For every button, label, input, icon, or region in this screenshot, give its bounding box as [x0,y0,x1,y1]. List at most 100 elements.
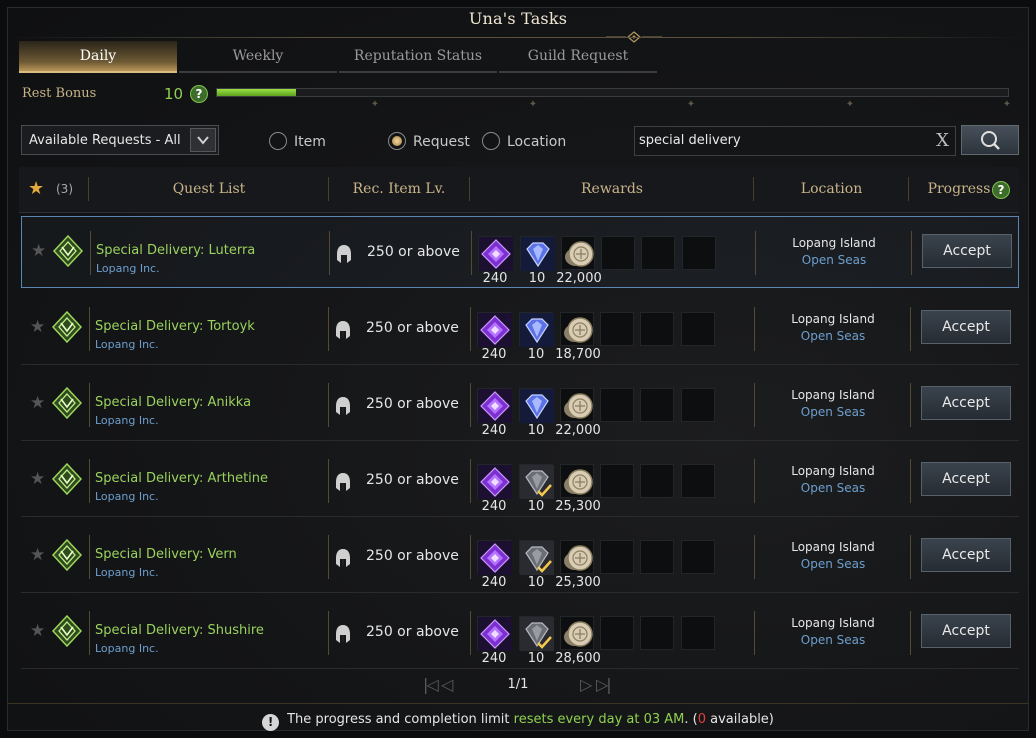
chevron-down-icon[interactable] [190,128,216,152]
prev-page-icon[interactable]: ◁ [441,675,453,694]
recommended-item-level: 250 or above [366,396,459,412]
reward-amount: 10 [527,423,545,438]
clear-search-icon[interactable]: X [936,130,949,151]
quest-row[interactable]: ★ Special Delivery: Shushire Lopang Inc. 25… [21,597,1019,669]
quest-row[interactable]: ★ Special Delivery: Arthetine Lopang Inc. 2… [21,445,1019,517]
empty-reward-slot [681,312,715,346]
favorite-star-icon[interactable]: ★ [28,178,44,199]
radio-location[interactable] [482,132,500,150]
favorite-star-icon[interactable]: ★ [31,241,46,261]
favorite-star-icon[interactable]: ★ [30,545,45,565]
first-page-icon[interactable]: |◁ [423,675,439,694]
accept-button[interactable]: Accept [922,234,1012,268]
location-region[interactable]: Open Seas [773,329,893,343]
search-input[interactable]: special delivery X [634,126,956,156]
location-region[interactable]: Open Seas [773,633,893,647]
purple-gem-reward-icon[interactable] [477,464,512,499]
next-page-icon[interactable]: ▷ [580,675,592,694]
location-region[interactable]: Open Seas [773,405,893,419]
location-region[interactable]: Open Seas [773,481,893,495]
window-title: Una's Tasks [468,9,568,28]
request-filter-dropdown[interactable]: Available Requests - All [21,125,219,155]
quest-emblem-icon [51,462,83,496]
purple-gem-reward-icon[interactable] [477,388,512,423]
available-count: 0 [697,712,706,727]
empty-reward-slot [640,388,674,422]
quest-name[interactable]: Special Delivery: Shushire [95,623,264,638]
quest-name[interactable]: Special Delivery: Luterra [96,243,255,258]
silver-coin-reward-icon[interactable] [560,464,594,498]
favorite-star-icon[interactable]: ★ [30,621,45,641]
silver-coin-reward-icon[interactable] [560,616,594,650]
header-rec-item-lv: Rec. Item Lv. [352,181,446,197]
rest-bonus-help-icon[interactable]: ? [190,85,208,103]
silver-coin-reward-icon[interactable] [560,312,594,346]
rest-bonus-tick-icon: ✦ [528,99,538,110]
column-divider [910,459,911,503]
column-divider [910,535,911,579]
purple-gem-reward-icon[interactable] [477,312,512,347]
blue-gem-reward-icon[interactable] [520,236,555,271]
search-button[interactable] [961,125,1019,155]
favorite-star-icon[interactable]: ★ [30,469,45,489]
column-divider [328,307,329,351]
blue-gem-reward-icon[interactable] [519,312,554,347]
tab-daily[interactable]: Daily [19,41,177,73]
last-page-icon[interactable]: ▷| [596,675,612,694]
empty-reward-slot [640,540,674,574]
purple-gem-reward-icon[interactable] [478,236,513,271]
empty-reward-slot [600,312,634,346]
favorite-star-icon[interactable]: ★ [30,393,45,413]
quest-name[interactable]: Special Delivery: Anikka [95,395,251,410]
radio-item[interactable] [269,132,287,150]
quest-row[interactable]: ★ Special Delivery: Vern Lopang Inc. 250 or… [21,521,1019,593]
radio-request[interactable] [388,132,406,150]
quest-name[interactable]: Special Delivery: Vern [95,547,237,562]
favorite-star-icon[interactable]: ★ [30,317,45,337]
tab-guild-request[interactable]: Guild Request [499,41,657,73]
column-divider [89,611,90,655]
silver-coin-reward-icon[interactable] [561,236,595,270]
accept-button[interactable]: Accept [921,386,1011,420]
accept-button[interactable]: Accept [921,462,1011,496]
claimed-gem-reward-icon[interactable] [519,464,554,499]
column-divider [470,383,471,427]
reward-amount: 10 [527,575,545,590]
purple-gem-reward-icon[interactable] [477,616,512,651]
empty-reward-slot [600,616,634,650]
claimed-gem-reward-icon[interactable] [519,616,554,651]
header-rewards: Rewards [581,181,643,197]
accept-button[interactable]: Accept [921,614,1011,648]
tab-weekly[interactable]: Weekly [179,41,337,73]
silver-coin-reward-icon[interactable] [560,388,594,422]
progress-help-icon[interactable]: ? [992,181,1010,199]
helmet-icon [335,548,351,568]
location-region[interactable]: Open Seas [773,557,893,571]
claimed-gem-reward-icon[interactable] [519,540,554,575]
purple-gem-reward-icon[interactable] [477,540,512,575]
quest-row[interactable]: ★ Special Delivery: Tortoyk Lopang Inc. 250… [21,293,1019,365]
column-divider [754,307,755,351]
accept-button[interactable]: Accept [921,538,1011,572]
quest-name[interactable]: Special Delivery: Tortoyk [95,319,255,334]
blue-gem-reward-icon[interactable] [519,388,554,423]
quest-table-header: ★ (3) Quest List Rec. Item Lv. Rewards L… [19,167,1019,213]
tab-reputation-status[interactable]: Reputation Status [339,41,497,73]
column-divider [755,231,756,275]
favorites-count: (3) [56,182,73,196]
location-name: Lopang Island [792,236,876,250]
location-region[interactable]: Open Seas [774,253,894,267]
rest-bonus-tick-icon: ✦ [370,99,380,110]
quest-row[interactable]: ★ Special Delivery: Luterra Lopang Inc. 250… [21,216,1019,288]
quest-row[interactable]: ★ Special Delivery: Anikka Lopang Inc. 250 … [21,369,1019,441]
silver-coin-reward-icon[interactable] [560,540,594,574]
accept-button[interactable]: Accept [921,310,1011,344]
reward-amount: 240 [482,271,508,286]
notice-prefix: The progress and completion limit [287,712,514,727]
quest-name[interactable]: Special Delivery: Arthetine [95,471,268,486]
helmet-icon [335,320,351,340]
recommended-item-level: 250 or above [366,624,459,640]
info-icon: ! [262,714,280,731]
rest-bonus-tick-icon: ✦ [1002,99,1012,110]
column-divider [754,611,755,655]
